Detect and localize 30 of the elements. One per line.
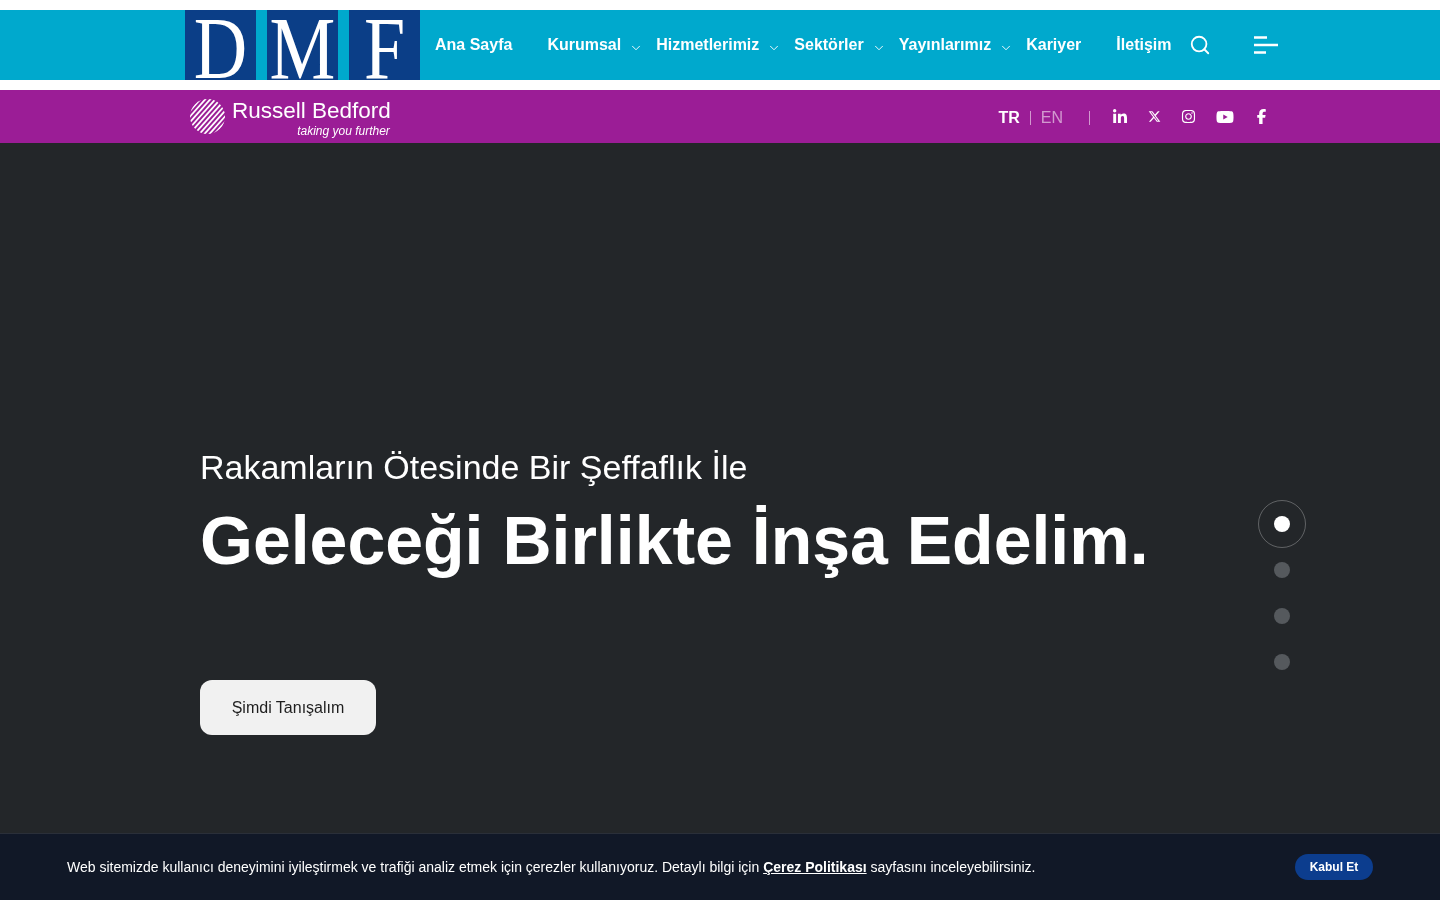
striped-circle-icon — [190, 99, 225, 134]
hero-title: Geleceği Birlikte İnşa Edelim. — [200, 501, 1149, 579]
language-link[interactable]: TR — [998, 108, 1020, 127]
hero-subtitle: Rakamların Ötesinde Bir Şeffaflık İle — [200, 448, 748, 487]
logo-letter: F — [349, 10, 420, 80]
facebook-icon[interactable] — [1254, 109, 1269, 124]
cookie-notice-text: Web sitemizde kullanıcı deneyimini iyileştirmek ve trafiği analiz etmek için çerezler kullanıyoruz. Detaylı bilgi için Çerez Politikası sayfasını inceleyebilirsiniz. — [67, 859, 1036, 875]
brand-tagline: taking you further — [297, 124, 390, 138]
slide-dot[interactable] — [1274, 562, 1290, 578]
menu-icon[interactable] — [1253, 36, 1280, 54]
linkedin-icon[interactable] — [1112, 108, 1128, 125]
nav-link[interactable]: Ana Sayfa — [435, 36, 513, 54]
nav-link[interactable]: İletişim — [1116, 36, 1172, 54]
nav-link[interactable]: Kurumsal — [547, 35, 644, 55]
logo-letter: D — [185, 10, 256, 80]
nav-link[interactable]: Sektörler — [794, 35, 886, 55]
language-link[interactable]: EN — [1040, 108, 1063, 127]
instagram-icon[interactable] — [1181, 109, 1196, 124]
search-icon[interactable] — [1189, 34, 1212, 56]
logo-letter: M — [267, 10, 338, 80]
nav-link[interactable]: Hizmetlerimiz — [656, 35, 782, 55]
cookie-policy-link[interactable]: Çerez Politikası — [763, 859, 867, 875]
brand-name: Russell Bedford — [232, 98, 391, 124]
nav-link[interactable]: Kariyer — [1026, 36, 1082, 54]
slide-dot[interactable] — [1274, 608, 1290, 624]
nav-link[interactable]: Yayınlarımız — [898, 35, 1014, 55]
cta-button[interactable]: Şimdi Tanışalım — [200, 680, 376, 735]
slide-dot[interactable] — [1274, 654, 1290, 670]
x-icon[interactable] — [1148, 110, 1161, 123]
accept-button[interactable]: Kabul Et — [1295, 854, 1373, 880]
